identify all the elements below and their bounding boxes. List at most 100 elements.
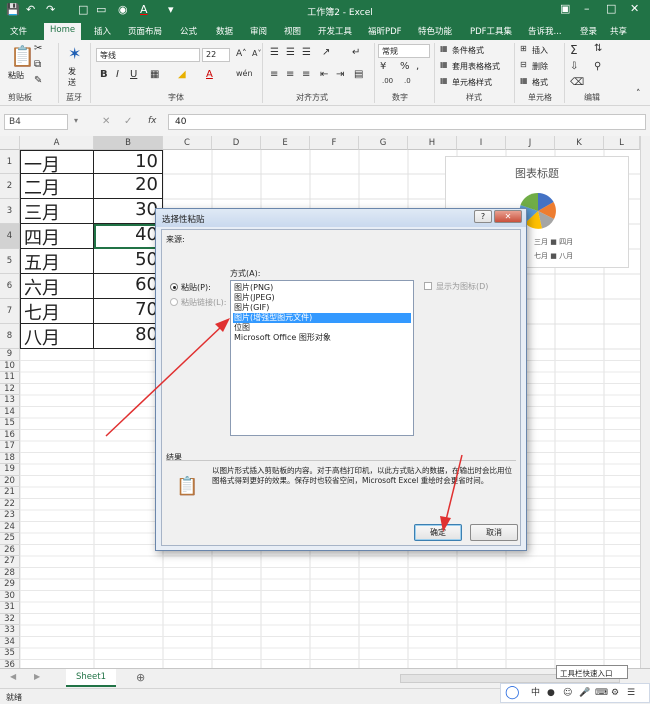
sort-filter-icon[interactable]: ⇅ <box>594 44 602 54</box>
comma-icon[interactable]: , <box>416 62 419 72</box>
ime-chinese-icon[interactable]: 中 <box>531 689 540 698</box>
cut-icon[interactable]: ✂ <box>34 44 42 54</box>
italic-icon[interactable]: I <box>116 70 119 80</box>
wrap-text-icon[interactable]: ↵ <box>352 48 360 58</box>
save-icon[interactable]: 💾 <box>6 3 20 16</box>
copy-icon[interactable]: ⧉ <box>34 60 41 70</box>
align-right-icon[interactable]: ≡ <box>302 70 310 80</box>
cell-a4[interactable]: 四月 <box>20 224 94 249</box>
formula-input[interactable]: 40 <box>168 114 646 130</box>
fill-icon[interactable]: ⇩ <box>570 62 578 72</box>
percent-icon[interactable]: % <box>400 62 410 72</box>
merge-center-icon[interactable]: ▤ <box>354 70 363 80</box>
cell-b8[interactable]: 80 <box>94 324 163 349</box>
list-item[interactable]: 图片(JPEG) <box>233 293 403 303</box>
cell-b6[interactable]: 60 <box>94 274 163 299</box>
cell-b2[interactable]: 20 <box>94 174 163 199</box>
cell-a1[interactable]: 一月 <box>20 150 94 174</box>
ime-emoji-icon[interactable]: ☺ <box>563 689 572 698</box>
borders-icon[interactable]: ▦ <box>150 70 159 80</box>
help-button[interactable]: ? <box>474 210 492 223</box>
ime-logo-icon[interactable]: ◯ <box>505 686 520 699</box>
confirm-entry-icon[interactable]: ✓ <box>124 117 132 127</box>
conditional-format-button[interactable]: 条件格式 <box>452 45 484 56</box>
cancel-entry-icon[interactable]: ✕ <box>102 117 110 127</box>
paste-format-list[interactable]: 图片(PNG) 图片(JPEG) 图片(GIF) 图片(增强型图元文件) 位图 … <box>230 280 414 436</box>
tab-formulas[interactable]: 公式 <box>180 25 197 37</box>
redo-icon[interactable]: ↷ <box>46 3 55 16</box>
cell-a5[interactable]: 五月 <box>20 249 94 274</box>
list-item[interactable]: 图片(PNG) <box>233 283 403 293</box>
sheet-tab-sheet1[interactable]: Sheet1 <box>66 669 116 687</box>
list-item[interactable]: 位图 <box>233 323 403 333</box>
ime-voice-icon[interactable]: 🎤 <box>579 689 590 698</box>
cell-b7[interactable]: 70 <box>94 299 163 324</box>
customize-quick-access-icon[interactable]: ▾ <box>168 3 174 16</box>
tab-developer[interactable]: 开发工具 <box>318 25 352 37</box>
minimize-icon[interactable]: – <box>584 2 590 15</box>
prev-sheet-icon[interactable]: ◀ <box>10 673 16 681</box>
number-format-select[interactable]: 常规 <box>378 44 430 58</box>
close-icon[interactable]: ✕ <box>630 2 639 15</box>
tab-insert[interactable]: 插入 <box>94 25 111 37</box>
cell-b4[interactable]: 40 <box>94 224 163 249</box>
tab-page-layout[interactable]: 页面布局 <box>128 25 162 37</box>
tab-review[interactable]: 审阅 <box>250 25 267 37</box>
clear-icon[interactable]: ⌫ <box>570 78 584 88</box>
currency-icon[interactable]: ¥ <box>380 62 386 72</box>
maximize-icon[interactable]: □ <box>606 2 616 15</box>
decrease-indent-icon[interactable]: ⇤ <box>320 70 328 80</box>
collapse-ribbon-icon[interactable]: ˄ <box>636 90 641 99</box>
paste-radio-label[interactable]: 粘贴(P): <box>181 282 211 293</box>
tab-view[interactable]: 视图 <box>284 25 301 37</box>
name-box[interactable]: B4 <box>4 114 68 130</box>
cell-a2[interactable]: 二月 <box>20 174 94 199</box>
tab-file[interactable]: 文件 <box>10 25 27 37</box>
list-item[interactable]: 图片(GIF) <box>233 303 403 313</box>
increase-indent-icon[interactable]: ⇥ <box>336 70 344 80</box>
tab-foxit-pdf[interactable]: 福昕PDF <box>368 25 402 37</box>
increase-font-icon[interactable]: A˄ <box>236 50 247 59</box>
show-as-icon-checkbox[interactable] <box>424 282 432 290</box>
ok-button[interactable]: 确定 <box>414 524 462 541</box>
cell-b3[interactable]: 30 <box>94 199 163 224</box>
increase-decimal-icon[interactable]: .00 <box>382 78 393 85</box>
vertical-scrollbar[interactable] <box>640 136 650 668</box>
ime-menu-icon[interactable]: ☰ <box>627 689 635 698</box>
font-color-quick-icon[interactable]: A <box>140 3 148 16</box>
ribbon-options-icon[interactable]: ▣ <box>560 2 570 15</box>
paste-icon[interactable]: 📋 <box>10 46 35 66</box>
insert-cells-button[interactable]: 插入 <box>532 45 548 56</box>
find-select-icon[interactable]: ⚲ <box>594 62 601 72</box>
list-item[interactable]: Microsoft Office 图形对象 <box>233 333 403 343</box>
name-box-dropdown-icon[interactable]: ▾ <box>74 117 78 125</box>
bluetooth-icon[interactable]: ✶ <box>68 46 81 62</box>
share-button[interactable]: 共享 <box>610 25 627 37</box>
underline-icon[interactable]: U <box>130 70 137 80</box>
ime-punctuation-icon[interactable]: ● <box>547 689 555 698</box>
paste-button[interactable]: 粘贴 <box>8 70 24 81</box>
tab-data[interactable]: 数据 <box>216 25 233 37</box>
next-sheet-icon[interactable]: ▶ <box>34 673 40 681</box>
close-icon[interactable]: ✕ <box>494 210 522 223</box>
new-file-icon[interactable]: □ <box>78 3 88 16</box>
cell-b5[interactable]: 50 <box>94 249 163 274</box>
orientation-icon[interactable]: ↗ <box>322 48 330 58</box>
font-size-select[interactable]: 22 <box>202 48 230 62</box>
list-item-selected[interactable]: 图片(增强型图元文件) <box>233 313 411 323</box>
ime-toolbar[interactable]: ◯ 中 ● ☺ 🎤 ⌨ ⚙ ☰ <box>500 683 650 703</box>
send-button[interactable]: 发送 <box>68 66 82 88</box>
align-middle-icon[interactable]: ☰ <box>286 48 295 58</box>
tab-special[interactable]: 特色功能 <box>418 25 452 37</box>
format-cells-button[interactable]: 格式 <box>532 77 548 88</box>
fill-color-icon[interactable]: ◢ <box>178 70 186 80</box>
paste-link-radio-label[interactable]: 粘贴链接(L): <box>181 297 226 308</box>
ime-skin-icon[interactable]: ⚙ <box>611 689 619 698</box>
camera-icon[interactable]: ◉ <box>118 3 128 16</box>
cell-a8[interactable]: 八月 <box>20 324 94 349</box>
font-name-select[interactable]: 等线 <box>96 48 200 62</box>
align-top-icon[interactable]: ☰ <box>270 48 279 58</box>
align-left-icon[interactable]: ≡ <box>270 70 278 80</box>
align-center-icon[interactable]: ≡ <box>286 70 294 80</box>
undo-icon[interactable]: ↶ <box>26 3 35 16</box>
